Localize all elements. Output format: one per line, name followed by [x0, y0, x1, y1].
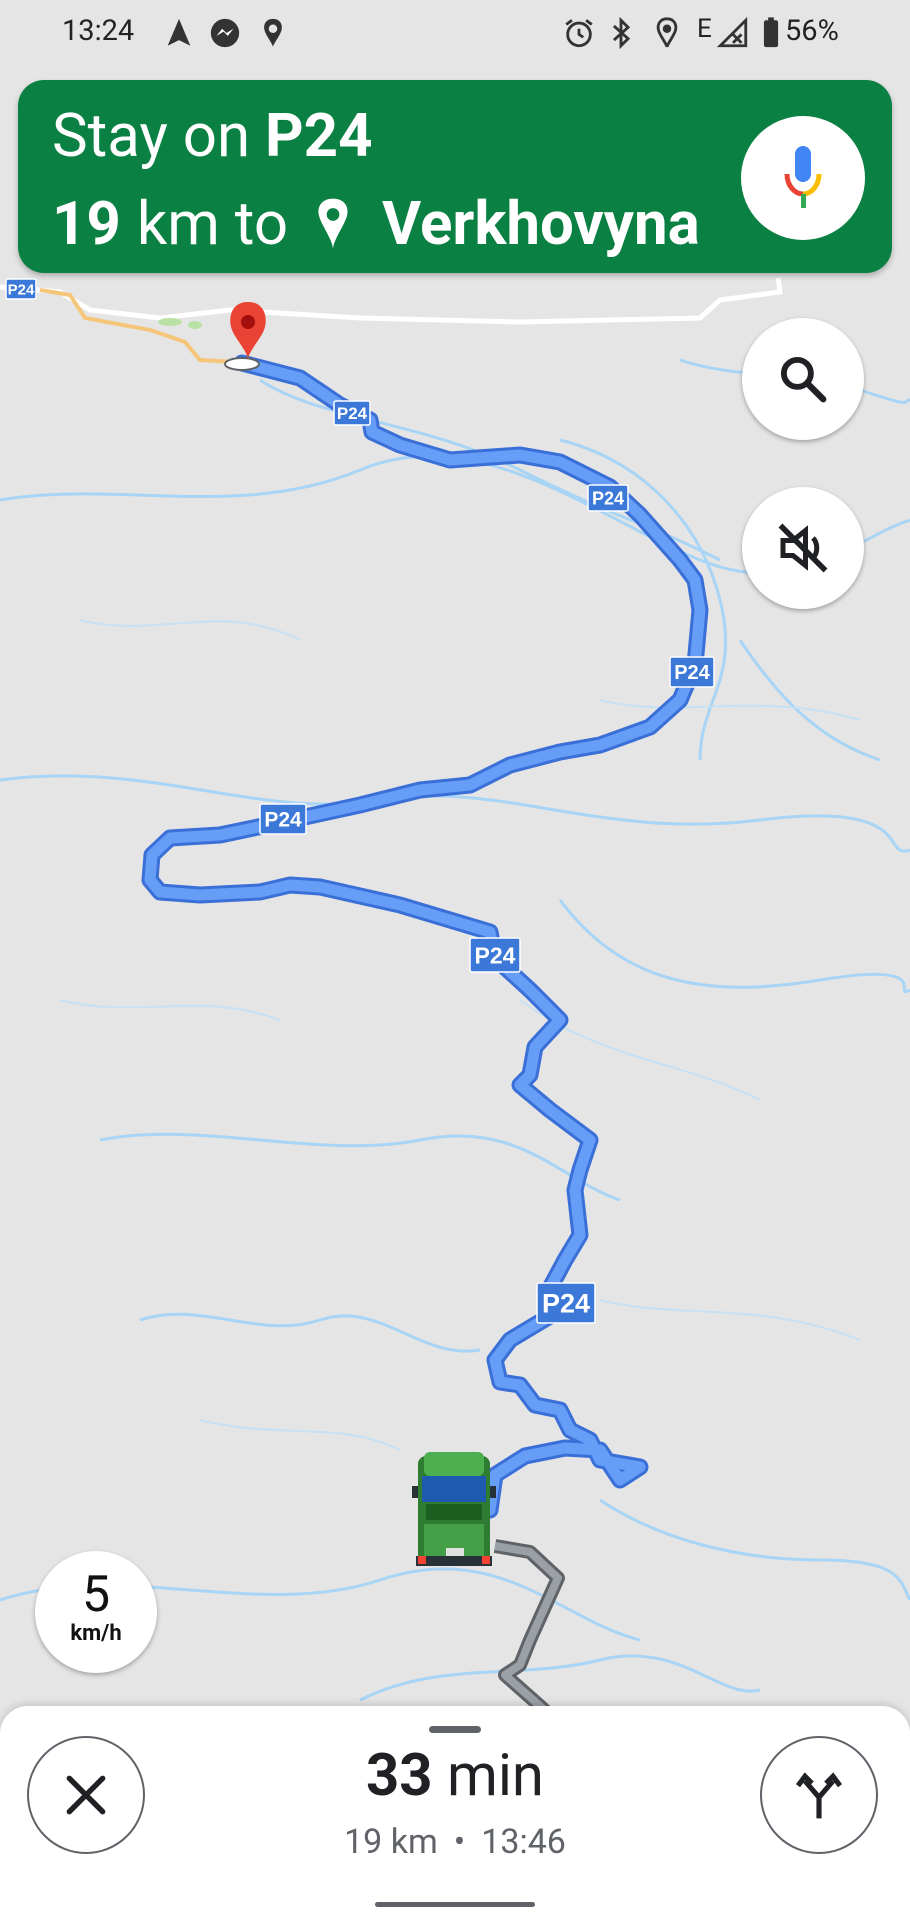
- alternate-routes-button[interactable]: [760, 1736, 878, 1854]
- distance-line: 19 km to Verkhovyna: [52, 188, 700, 259]
- battery-icon: [763, 17, 779, 48]
- separator-dot: •: [453, 1822, 466, 1862]
- arrival-time: 13:46: [481, 1822, 566, 1862]
- messenger-icon: [210, 18, 240, 48]
- road-shield-label: P24: [674, 662, 710, 684]
- duration-unit: min: [446, 1742, 544, 1810]
- location-pin-icon: [264, 18, 282, 48]
- vehicle-icon: [412, 1452, 496, 1566]
- status-bar: 13:24 E 56%: [0, 0, 910, 66]
- navigation-arrow-icon: [167, 18, 191, 46]
- network-type-label: E: [697, 14, 712, 44]
- microphone-icon: [784, 146, 822, 208]
- alarm-icon: [565, 19, 593, 48]
- bluetooth-icon: [612, 16, 631, 50]
- navigation-instruction-banner[interactable]: Stay on P24 19 km to Verkhovyna: [18, 80, 892, 273]
- trip-summary-sheet[interactable]: 33 min 19 km • 13:46: [0, 1706, 910, 1920]
- fork-route-icon: [795, 1772, 843, 1819]
- signal-icon: [716, 16, 748, 48]
- road-shield-label: P24: [475, 942, 516, 968]
- speedometer: 5 km/h: [35, 1551, 157, 1673]
- road-shield-label: P24: [337, 404, 368, 423]
- status-time: 13:24: [62, 14, 135, 48]
- volume-off-icon: [778, 523, 828, 573]
- home-indicator: [375, 1902, 535, 1907]
- destination-name: Verkhovyna: [382, 188, 700, 259]
- instruction-road: P24: [264, 100, 373, 171]
- road-shield-label: P24: [264, 809, 302, 832]
- road-shield-p24: P24: [669, 656, 715, 688]
- road-shield-p24: P24: [5, 278, 37, 300]
- road-shield-label: P24: [8, 281, 35, 298]
- trip-distance: 19 km: [344, 1822, 438, 1862]
- drag-handle[interactable]: [429, 1726, 481, 1733]
- destination-pin-icon: [318, 198, 348, 249]
- road-shield-p24: P24: [469, 937, 521, 973]
- search-icon: [780, 356, 827, 403]
- distance-unit: km to: [136, 188, 289, 259]
- road-shield-p24: P24: [587, 484, 629, 512]
- mute-button[interactable]: [742, 487, 864, 609]
- road-shield-p24: P24: [259, 803, 307, 835]
- battery-percent: 56%: [785, 14, 839, 48]
- instruction-line: Stay on P24: [52, 100, 373, 171]
- road-shield-label: P24: [542, 1289, 590, 1319]
- distance-value: 19: [52, 188, 121, 259]
- instruction-prefix: Stay on: [52, 100, 251, 171]
- location-icon: [656, 17, 678, 48]
- voice-search-button[interactable]: [741, 116, 865, 240]
- speed-value: 5: [81, 1566, 111, 1624]
- road-shield-label: P24: [592, 488, 624, 508]
- duration-value: 33: [366, 1742, 433, 1810]
- search-button[interactable]: [742, 318, 864, 440]
- road-shield-p24: P24: [333, 400, 371, 426]
- road-shield-p24: P24: [536, 1282, 596, 1324]
- speed-unit: km/h: [70, 1621, 122, 1646]
